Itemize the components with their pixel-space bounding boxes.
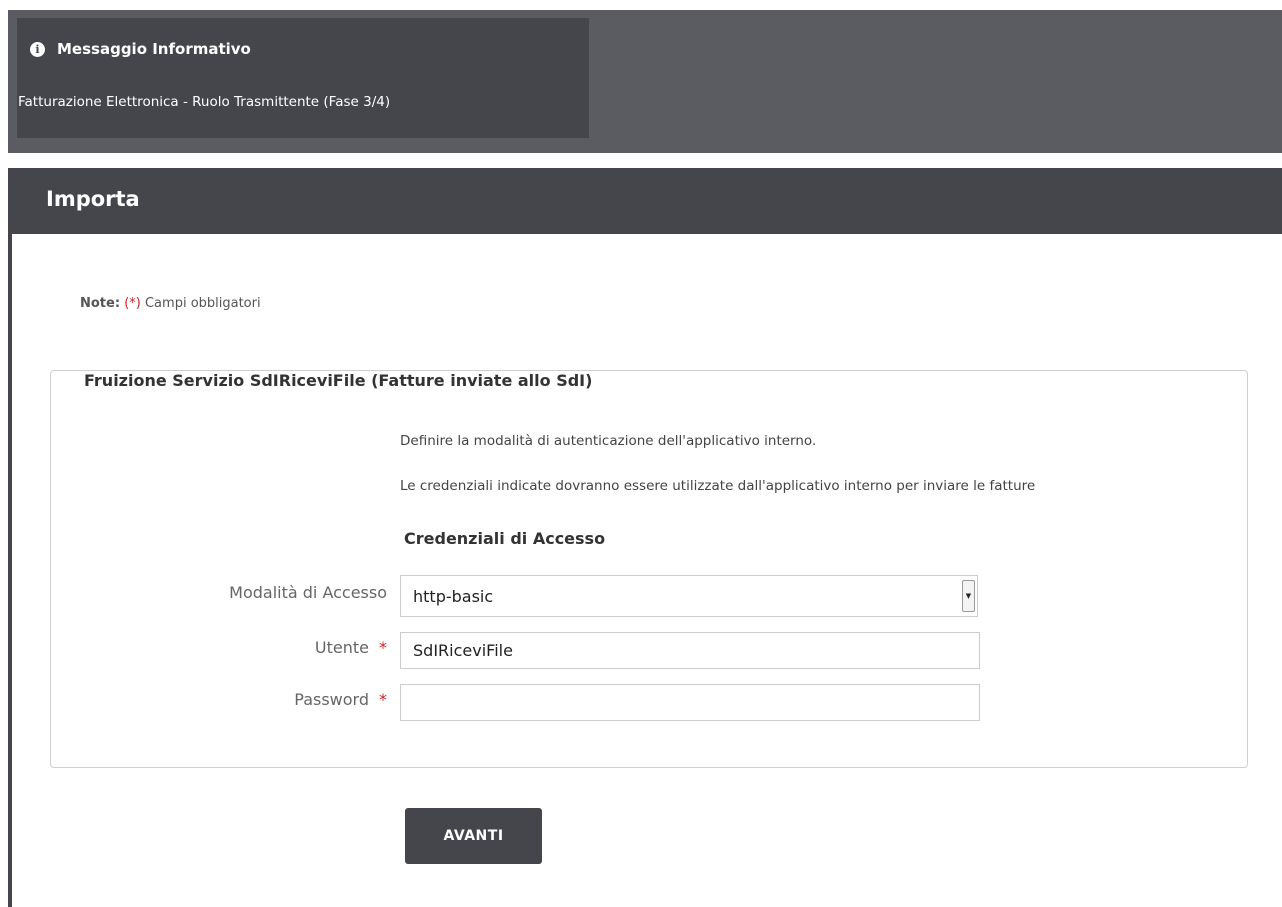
info-message-title-row: i Messaggio Informativo — [30, 36, 251, 62]
top-band — [0, 0, 1282, 10]
description-line-2: Le credenziali indicate dovranno essere … — [400, 478, 1036, 494]
fieldset-legend: Fruizione Servizio SdIRiceviFile (Fattur… — [70, 371, 607, 390]
description-line-1: Definire la modalità di autenticazione d… — [400, 433, 817, 449]
note-text: Campi obbligatori — [144, 296, 261, 311]
username-label: Utente * — [315, 638, 387, 657]
credentials-subheading: Credenziali di Accesso — [404, 529, 606, 548]
note-label: Note: — [80, 296, 121, 311]
required-fields-note: Note: (*) Campi obbligatori — [80, 296, 261, 311]
access-mode-value: http-basic — [413, 586, 494, 606]
access-mode-label-text: Modalità di Accesso — [229, 583, 387, 602]
username-input[interactable]: SdIRiceviFile — [400, 632, 980, 669]
left-accent-bar — [8, 234, 12, 907]
access-mode-label: Modalità di Accesso — [229, 583, 387, 602]
required-marker: (*) — [124, 296, 141, 311]
access-mode-select[interactable]: http-basic ▼ — [400, 575, 978, 617]
info-icon: i — [30, 41, 45, 57]
next-button[interactable]: AVANTI — [405, 808, 542, 864]
username-label-text: Utente — [314, 638, 369, 657]
password-label-text: Password — [294, 690, 369, 709]
info-message-title: Messaggio Informativo — [57, 40, 251, 58]
password-input[interactable] — [400, 684, 980, 721]
page-title: Importa — [46, 187, 140, 211]
username-required-marker: * — [379, 638, 387, 657]
section-header — [8, 168, 1282, 234]
password-label: Password * — [294, 690, 387, 709]
dropdown-arrow-icon[interactable]: ▼ — [962, 580, 975, 612]
password-required-marker: * — [379, 690, 387, 709]
info-message-text: Fatturazione Elettronica - Ruolo Trasmit… — [18, 94, 391, 110]
